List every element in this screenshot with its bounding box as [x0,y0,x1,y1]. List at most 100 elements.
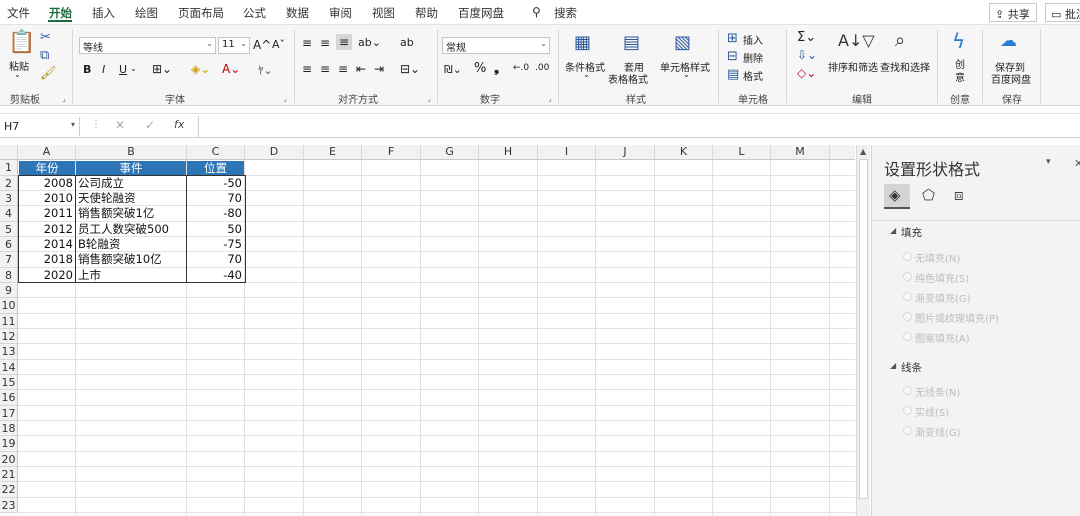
phonetic-icon[interactable]: ﾔ⌄ [258,62,273,78]
find-select-icon[interactable]: ⌕ [895,31,905,51]
radio-no-fill[interactable] [903,252,912,261]
clipboard-launcher-icon[interactable]: ⌟ [62,94,66,103]
radio-gradient-line[interactable] [903,426,912,435]
row-header-7[interactable]: 7 [0,252,18,268]
search-label[interactable]: 搜索 [554,5,577,21]
drag-handle-icon[interactable]: ⋮ [91,119,101,130]
merge-center-icon[interactable]: ⊟⌄ [400,62,420,76]
col-header-i[interactable]: I [538,145,596,160]
align-middle-icon[interactable]: ≡ [320,36,330,50]
menu-draw[interactable]: 绘图 [135,5,158,21]
enter-icon[interactable]: ✓ [145,118,155,132]
format-table-icon[interactable]: ▤ [623,33,640,53]
collapse-triangle-icon[interactable]: ◢ [890,361,896,370]
paste-dropdown-icon[interactable]: ⌄ [14,70,21,79]
scroll-thumb[interactable] [859,159,868,499]
increase-indent-icon[interactable]: ⇥ [374,62,384,76]
underline-button[interactable]: U [119,63,127,76]
tab-effects-pentagon-icon[interactable]: ⬠ [922,186,935,204]
vertical-scrollbar[interactable]: ▲ [856,145,870,516]
cancel-icon[interactable]: ✕ [115,118,125,132]
table-header-position[interactable]: 位置 [187,161,244,176]
radio-solid-line[interactable] [903,406,912,415]
row-header-23[interactable]: 23 [0,498,18,513]
menu-page-layout[interactable]: 页面布局 [178,5,224,21]
cell-styles-icon[interactable]: ▧ [674,33,691,53]
row-header-21[interactable]: 21 [0,467,18,482]
row-header-13[interactable]: 13 [0,344,18,360]
borders-icon[interactable]: ⊞⌄ [152,62,172,76]
row-header-11[interactable]: 11 [0,314,18,329]
percent-button[interactable]: % [474,61,486,76]
decrease-font-icon[interactable]: Aˇ [272,38,285,51]
row-header-10[interactable]: 10 [0,298,18,314]
row-header-4[interactable]: 4 [0,206,18,222]
tab-fill-line[interactable]: ◈ [884,184,910,209]
col-header-h[interactable]: H [479,145,538,160]
row-header-1[interactable]: 1 [0,160,18,176]
option-solid-line[interactable]: 实线(S) [915,404,949,419]
increase-decimal-icon[interactable]: ←.0 [513,63,529,73]
radio-gradient-fill[interactable] [903,292,912,301]
align-left-icon[interactable]: ≡ [302,62,312,76]
sort-filter-icon[interactable]: A↓▽ [838,32,875,50]
fill-section-title[interactable]: 填充 [901,225,922,240]
col-header-a[interactable]: A [18,145,76,160]
name-box[interactable]: H7 ▾ [0,117,80,136]
col-header-k[interactable]: K [655,145,713,160]
autosum-icon[interactable]: Σ⌄ [797,30,816,45]
col-header-b[interactable]: B [76,145,187,160]
orientation-icon[interactable]: ab⌄ [358,36,381,49]
bold-button[interactable]: B [83,63,91,76]
col-header-e[interactable]: E [304,145,362,160]
line-section-title[interactable]: 线条 [901,360,922,375]
ideas-button[interactable]: 创意 [955,59,967,85]
ideas-icon[interactable]: ϟ [952,30,965,52]
decrease-indent-icon[interactable]: ⇤ [356,62,366,76]
fill-icon[interactable]: ⇩⌄ [797,48,817,62]
baidu-netdisk-label[interactable]: 百度网盘 [991,71,1031,86]
menu-file[interactable]: 文件 [7,5,30,21]
font-size-select[interactable]: 11 ⌄ [218,37,250,54]
tab-size-properties-icon[interactable]: ⧈ [954,186,964,204]
option-solid-fill[interactable]: 纯色填充(S) [915,270,969,285]
format-table-label-2[interactable]: 表格格式 [608,71,648,86]
col-header-g[interactable]: G [421,145,479,160]
underline-dropdown-icon[interactable]: ⌄ [130,64,137,73]
clear-icon[interactable]: ◇⌄ [797,66,816,80]
col-header-m[interactable]: M [771,145,830,160]
find-select-button[interactable]: 查找和选择 [880,59,930,74]
row-header-20[interactable]: 20 [0,452,18,467]
fill-color-icon[interactable]: ◈⌄ [191,62,210,76]
conditional-format-icon[interactable]: ▦ [574,33,591,53]
menu-help[interactable]: 帮助 [415,5,438,21]
menu-insert[interactable]: 插入 [92,5,115,21]
cut-icon[interactable]: ✂ [40,31,51,45]
increase-font-icon[interactable]: A^ [253,38,271,52]
select-all-corner[interactable] [0,145,18,160]
align-right-icon[interactable]: ≡ [338,62,348,76]
radio-pattern-fill[interactable] [903,332,912,341]
font-launcher-icon[interactable]: ⌟ [283,94,287,103]
comma-style-icon[interactable]: ❟ [494,61,499,76]
row-header-22[interactable]: 22 [0,482,18,498]
row-header-8[interactable]: 8 [0,268,18,283]
scroll-up-icon[interactable]: ▲ [860,147,866,156]
close-icon[interactable]: ✕ [1074,157,1080,170]
table-header-event[interactable]: 事件 [76,161,186,176]
collapse-triangle-icon[interactable]: ◢ [890,226,896,235]
comments-button[interactable]: ▭ 批注 [1045,3,1080,22]
spreadsheet-grid[interactable]: A B C D E F G H I J K L M 1 2 3 4 5 6 7 … [0,145,855,516]
italic-button[interactable]: I [102,63,105,76]
col-header-j[interactable]: J [596,145,655,160]
menu-data[interactable]: 数据 [286,5,309,21]
row-header-18[interactable]: 18 [0,421,18,436]
insert-cells-icon[interactable]: ⊞ [727,32,738,46]
share-button[interactable]: ⇪ 共享 [989,3,1037,22]
baidu-cloud-icon[interactable]: ☁ [1000,32,1017,51]
chevron-down-icon[interactable]: ⌄ [583,70,590,79]
col-header-f[interactable]: F [362,145,421,160]
option-pattern-fill[interactable]: 图案填充(A) [915,330,970,345]
paste-icon[interactable]: 📋 [8,31,35,55]
sort-filter-button[interactable]: 排序和筛选 [828,59,878,74]
